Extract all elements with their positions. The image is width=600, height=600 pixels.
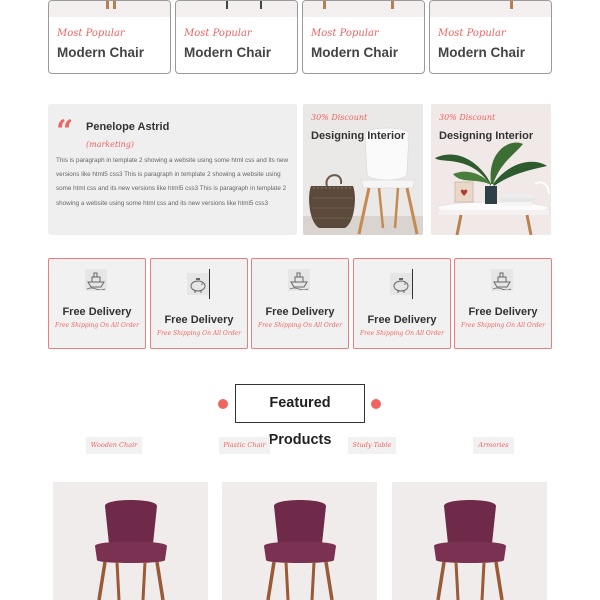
divider	[209, 269, 210, 299]
delivery-box: Free Delivery Free Shipping On All Order	[454, 258, 552, 349]
testimonial-text: This is paragraph in template 2 showing …	[56, 157, 289, 207]
quote-icon: “	[56, 114, 74, 149]
discount-card[interactable]: ♥ 30% Discount Designing Interior	[431, 104, 551, 235]
discount-title: Designing Interior	[439, 130, 534, 142]
delivery-title: Free Delivery	[62, 306, 132, 318]
decor-dot	[371, 399, 381, 409]
ship-icon	[491, 269, 513, 291]
delivery-box: Free Delivery Free Shipping On All Order	[150, 258, 248, 349]
featured-product-card[interactable]	[222, 482, 377, 600]
discount-tag: 30% Discount	[439, 113, 496, 122]
category-tab-plastic-chair[interactable]: Plastic Chair	[219, 437, 270, 454]
product-image	[430, 1, 551, 17]
delivery-subtitle: Free Shipping On All Order	[258, 322, 342, 329]
ship-icon	[85, 269, 107, 291]
delivery-box: Free Delivery Free Shipping On All Order	[353, 258, 451, 349]
product-title: Modern Chair	[57, 45, 145, 60]
category-tab-wooden-chair[interactable]: Wooden Chair	[86, 437, 142, 454]
product-card[interactable]: Most Popular Modern Chair	[429, 0, 552, 74]
delivery-subtitle: Free Shipping On All Order	[360, 330, 444, 337]
product-tag: Most Popular	[57, 28, 125, 39]
section-title: Featured Products	[235, 384, 365, 448]
featured-product-card[interactable]	[392, 482, 547, 600]
product-title: Modern Chair	[311, 45, 399, 60]
divider	[412, 269, 413, 299]
svg-text:♥: ♥	[460, 189, 468, 199]
product-title: Modern Chair	[438, 45, 526, 60]
discount-title: Designing Interior	[311, 130, 406, 142]
delivery-title: Free Delivery	[265, 306, 335, 318]
featured-product-card[interactable]	[53, 482, 208, 600]
product-tag: Most Popular	[311, 28, 379, 39]
delivery-title: Free Delivery	[367, 314, 437, 326]
chair-image	[434, 500, 506, 600]
discount-card[interactable]: 30% Discount Designing Interior	[303, 104, 423, 235]
product-image	[49, 1, 170, 17]
delivery-subtitle: Free Shipping On All Order	[157, 330, 241, 337]
delivery-title: Free Delivery	[468, 306, 538, 318]
delivery-subtitle: Free Shipping On All Order	[55, 322, 139, 329]
chair-image	[264, 500, 336, 600]
category-tab-armories[interactable]: Armories	[473, 437, 514, 454]
piggy-bank-icon	[187, 273, 209, 295]
discount-tag: 30% Discount	[311, 113, 368, 122]
delivery-subtitle: Free Shipping On All Order	[461, 322, 545, 329]
delivery-box: Free Delivery Free Shipping On All Order	[48, 258, 146, 349]
product-image	[176, 1, 297, 17]
chair-image	[95, 500, 167, 600]
delivery-title: Free Delivery	[164, 314, 234, 326]
testimonial-card: “ Penelope Astrid (marketing) This is pa…	[48, 104, 297, 235]
product-card[interactable]: Most Popular Modern Chair	[48, 0, 171, 74]
testimonial-role: (marketing)	[86, 140, 135, 149]
chair-photo	[303, 104, 423, 235]
product-card[interactable]: Most Popular Modern Chair	[175, 0, 298, 74]
product-title: Modern Chair	[184, 45, 272, 60]
piggy-bank-icon	[390, 273, 412, 295]
delivery-box: Free Delivery Free Shipping On All Order	[251, 258, 349, 349]
product-tag: Most Popular	[438, 28, 506, 39]
decor-dot	[218, 399, 228, 409]
testimonial-name: Penelope Astrid	[86, 121, 170, 133]
product-tag: Most Popular	[184, 28, 252, 39]
category-tab-study-table[interactable]: Study Table	[348, 437, 396, 454]
plant-photo: ♥	[431, 104, 551, 235]
product-image	[303, 1, 424, 17]
product-card[interactable]: Most Popular Modern Chair	[302, 0, 425, 74]
ship-icon	[288, 269, 310, 291]
